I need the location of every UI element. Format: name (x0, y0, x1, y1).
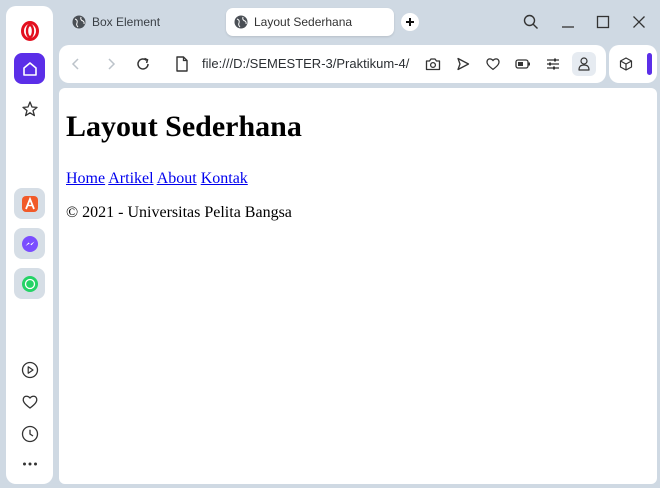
nav-link-artikel[interactable]: Artikel (108, 170, 153, 187)
file-icon (173, 55, 191, 73)
back-button[interactable] (67, 55, 85, 73)
profile-button[interactable] (572, 52, 596, 76)
maximize-button[interactable] (594, 13, 612, 31)
close-button[interactable] (630, 13, 648, 31)
browser-sidebar (6, 6, 53, 484)
camera-icon (425, 58, 441, 71)
page-footer: © 2021 - Universitas Pelita Bangsa (66, 204, 292, 221)
reload-icon (137, 57, 149, 70)
search-icon (523, 14, 538, 29)
cube-icon (619, 57, 633, 71)
page-content: Layout Sederhana Home Artikel About Kont… (66, 88, 302, 223)
maximize-icon (596, 15, 610, 29)
extensions-button[interactable] (617, 55, 635, 73)
tab-title: Box Element (92, 15, 161, 29)
url-field[interactable]: file:///D:/SEMESTER-3/Praktikum-4/ (202, 56, 409, 71)
page-heading: Layout Sederhana (66, 110, 302, 143)
history-icon[interactable] (14, 418, 45, 449)
globe-icon (234, 15, 248, 29)
extensions-area (609, 45, 657, 83)
nav-link-kontak[interactable]: Kontak (201, 170, 248, 187)
forward-button[interactable] (102, 55, 120, 73)
battery-icon (515, 59, 530, 69)
tab-title: Layout Sederhana (254, 15, 353, 29)
close-icon (633, 16, 645, 28)
page-viewport: Layout Sederhana Home Artikel About Kont… (59, 88, 657, 484)
globe-icon (72, 15, 86, 29)
new-tab-button[interactable] (401, 13, 419, 31)
more-icon[interactable] (14, 448, 45, 479)
sidebar-toggle-indicator[interactable] (647, 53, 652, 75)
opera-logo-icon[interactable] (14, 15, 45, 46)
heart-icon (486, 58, 500, 71)
address-bar: file:///D:/SEMESTER-3/Praktikum-4/ (59, 45, 606, 83)
back-icon (71, 58, 79, 70)
nav-link-about[interactable]: About (157, 170, 197, 187)
player-icon[interactable] (14, 354, 45, 385)
page-nav: Home Artikel About Kontak (66, 169, 302, 189)
user-icon (578, 57, 590, 71)
settings-sliders-icon (547, 58, 559, 70)
home-icon[interactable] (14, 53, 45, 84)
battery-saver-button[interactable] (514, 55, 532, 73)
nav-link-home[interactable]: Home (66, 170, 105, 187)
plus-icon (406, 18, 414, 26)
messenger-icon[interactable] (14, 228, 45, 259)
aria-icon[interactable] (14, 188, 45, 219)
tab-box-element[interactable]: Box Element (64, 8, 214, 36)
search-tabs-button[interactable] (522, 13, 540, 31)
send-button[interactable] (454, 55, 472, 73)
snapshot-button[interactable] (424, 55, 442, 73)
minimize-button[interactable] (559, 13, 577, 31)
bookmarks-icon[interactable] (14, 93, 45, 124)
heart-icon[interactable] (14, 386, 45, 417)
forward-icon (108, 58, 116, 70)
reload-button[interactable] (134, 55, 152, 73)
tab-bar: Box Element Layout Sederhana (56, 0, 660, 44)
whatsapp-icon[interactable] (14, 268, 45, 299)
minimize-icon (562, 26, 574, 28)
easy-setup-button[interactable] (544, 55, 562, 73)
tab-layout-sederhana[interactable]: Layout Sederhana (226, 8, 394, 36)
send-icon (457, 57, 470, 71)
add-to-favorites-button[interactable] (484, 55, 502, 73)
